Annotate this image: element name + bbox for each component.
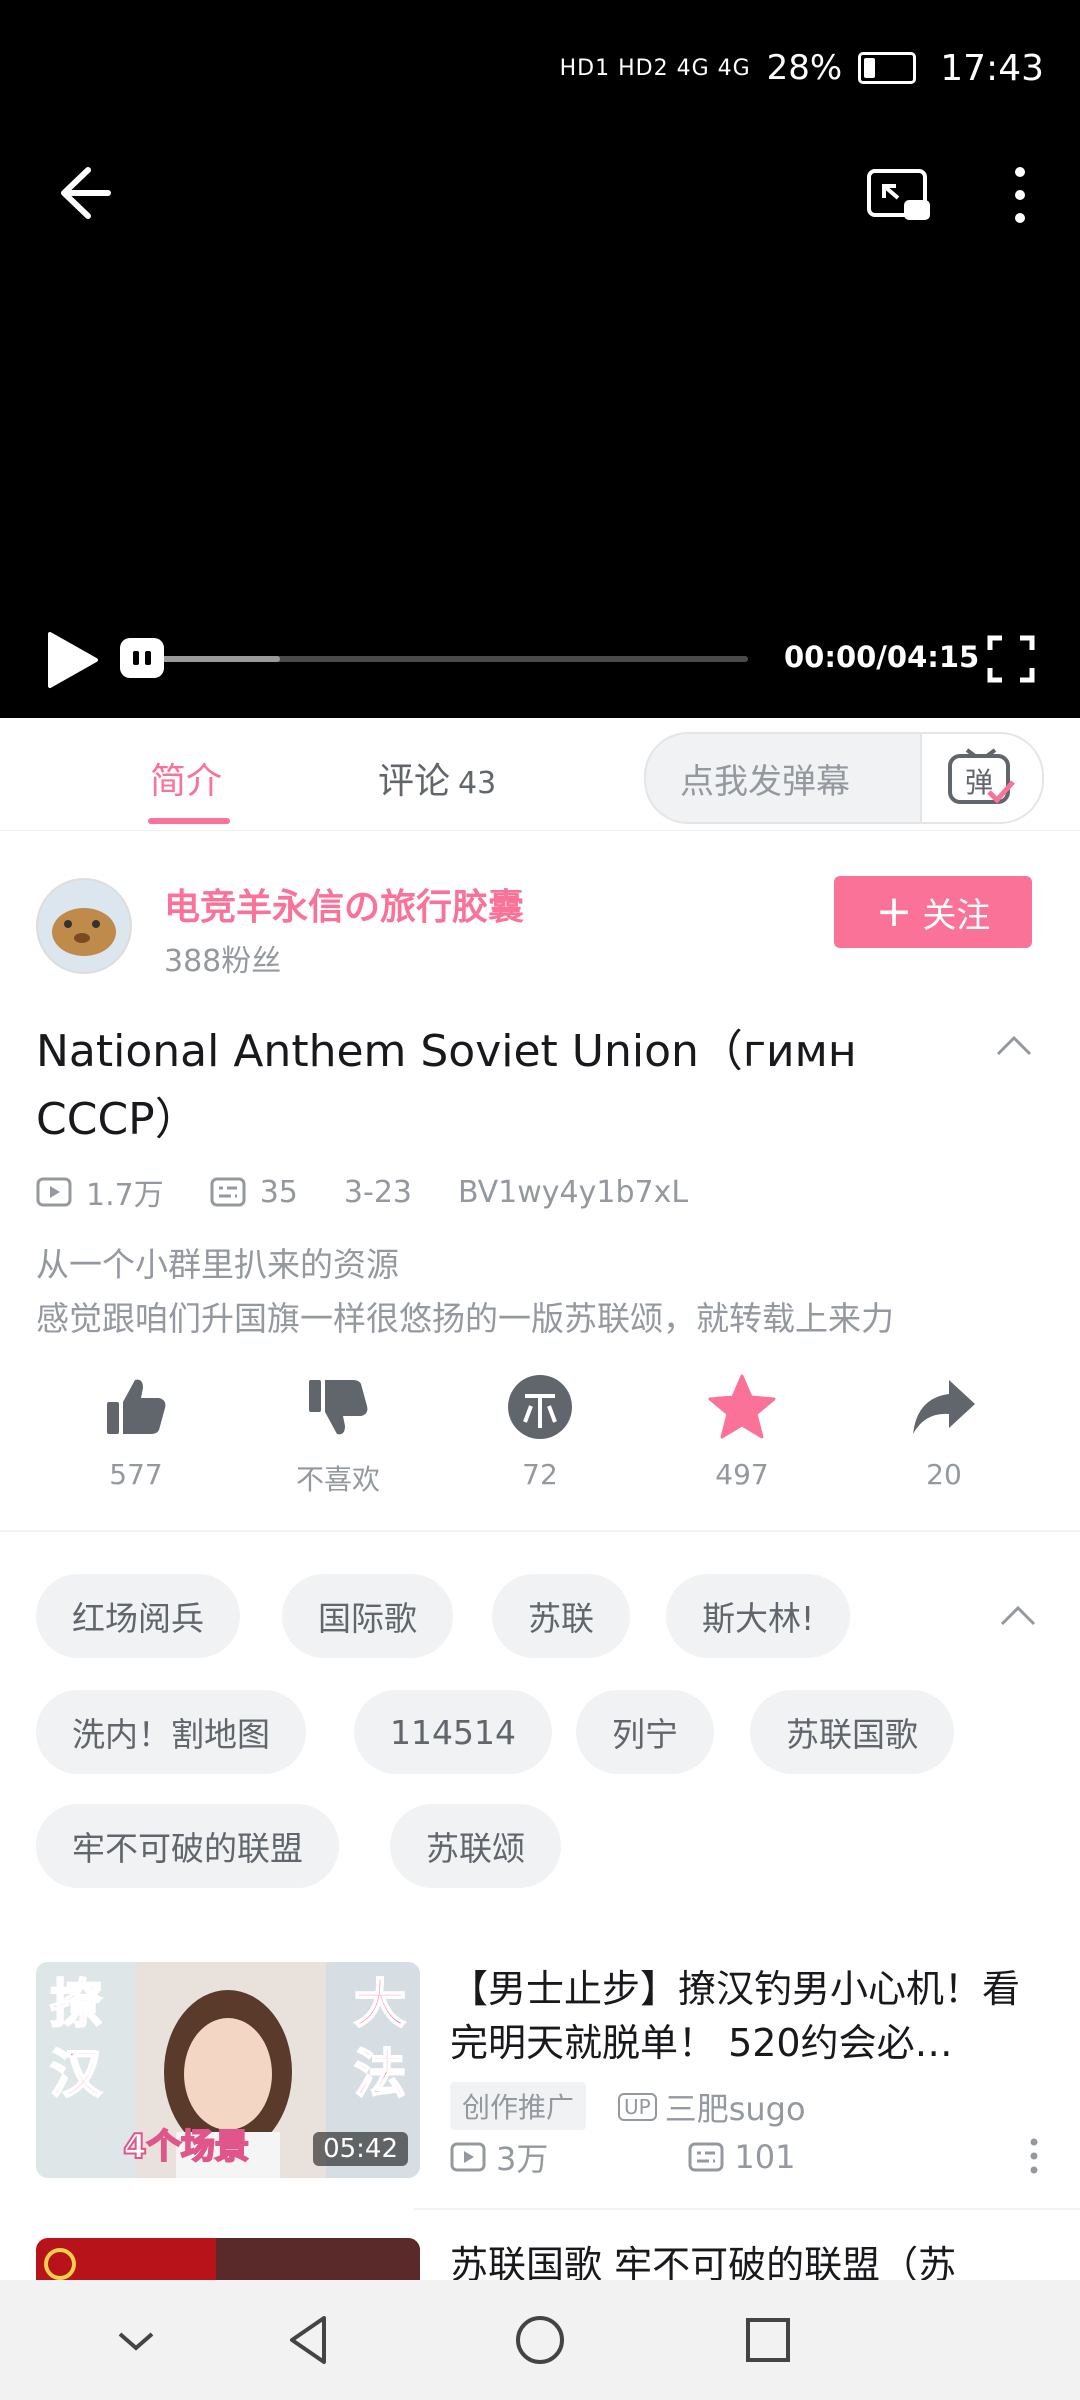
player-controls: 00:00/04:15 (0, 620, 1080, 700)
play-count-icon (36, 1177, 72, 1207)
tag[interactable]: 红场阅兵 (36, 1574, 240, 1658)
tab-intro[interactable]: 简介 (150, 752, 222, 804)
tag[interactable]: 114514 (354, 1690, 552, 1774)
plus-icon: + (875, 886, 913, 937)
recommended-views: 3万 (496, 2140, 549, 2178)
recommended-stats: 3万 101 (450, 2134, 795, 2180)
bvid: BV1wy4y1b7xL (458, 1174, 689, 1210)
more-vertical-icon[interactable] (1028, 2136, 1040, 2176)
play-icon[interactable] (42, 630, 102, 690)
view-count: 1.7万 (86, 1178, 164, 1213)
tag[interactable]: 列宁 (576, 1690, 714, 1774)
coin-count: 72 (522, 1458, 558, 1491)
tag[interactable]: 苏联 (492, 1574, 630, 1658)
section-divider (0, 1530, 1080, 1532)
progress-thumb[interactable] (120, 638, 164, 678)
like-count: 577 (109, 1458, 163, 1491)
list-separator (414, 2208, 1080, 2210)
fullscreen-icon[interactable] (986, 634, 1036, 684)
action-bar: 577 不喜欢 72 497 20 (0, 1372, 1080, 1512)
thumb-text-left-1: 撩 (50, 1975, 102, 2035)
coin-button[interactable]: 72 (460, 1372, 620, 1491)
thumb-text-right-2: 法 (354, 2045, 406, 2105)
uploader-avatar[interactable] (36, 878, 132, 974)
battery-icon (858, 52, 917, 84)
recommended-danmaku: 101 (734, 2138, 796, 2176)
chevron-up-icon[interactable] (998, 1600, 1038, 1630)
danmaku-input[interactable]: 点我发弹幕 (646, 734, 922, 822)
progress-bar[interactable] (148, 656, 748, 662)
system-nav-bar (0, 2280, 1080, 2400)
video-thumbnail[interactable]: 撩 汉 大 法 4个场景 05:42 (36, 1962, 420, 2178)
danmaku-icon: 弹 (948, 748, 1015, 804)
desc-line-2: 感觉跟咱们升国旗一样很悠扬的一版苏联颂，就转载上来力 (36, 1299, 894, 1338)
tag[interactable]: 牢不可破的联盟 (36, 1804, 339, 1888)
thumb-caption: 4个场景 (123, 2127, 249, 2167)
danmaku-count-icon (210, 1177, 246, 1207)
video-title: National Anthem Soviet Union（гимн СССР） (36, 1026, 857, 1145)
video-description: 从一个小群里扒来的资源 感觉跟咱们升国旗一样很悠扬的一版苏联颂，就转载上来力 (36, 1238, 1046, 1346)
buffer-fill (148, 656, 280, 662)
tag[interactable]: 斯大林! (666, 1574, 851, 1658)
chevron-up-icon[interactable] (994, 1030, 1034, 1060)
up-icon: UP (618, 2093, 657, 2121)
video-meta: 1.7万 35 3-23 BV1wy4y1b7xL (36, 1170, 688, 1214)
back-arrow-icon[interactable] (48, 158, 118, 228)
share-count: 20 (926, 1458, 962, 1491)
danmaku-count-icon (688, 2142, 724, 2172)
cast-screen-icon[interactable] (866, 168, 932, 224)
nav-back-icon[interactable] (280, 2310, 340, 2370)
dislike-label: 不喜欢 (295, 1463, 380, 1496)
comments-count: 43 (458, 766, 497, 801)
uploader-name[interactable]: 电竞羊永信の旅行胶囊 (164, 878, 524, 930)
chevron-down-icon[interactable] (106, 2310, 166, 2370)
share-arrow-icon (913, 1380, 975, 1434)
danmaku-bar: 点我发弹幕 弹 (644, 732, 1044, 824)
uploader-fans: 388粉丝 (164, 944, 282, 979)
recommended-uploader[interactable]: UP 三肥sugo (618, 2084, 806, 2130)
play-count-icon (450, 2142, 486, 2172)
status-bar: HD1 HD2 4G 4G 28% 17:43 (160, 40, 1044, 96)
coin-icon (508, 1375, 572, 1439)
clock: 17:43 (940, 47, 1044, 89)
video-player[interactable]: HD1 HD2 4G 4G 28% 17:43 00:00/04:15 (0, 0, 1080, 718)
promo-badge: 创作推广 (450, 2082, 587, 2130)
tag[interactable]: 苏联国歌 (750, 1690, 954, 1774)
follow-label: 关注 (922, 895, 991, 936)
avatar-image (38, 880, 130, 972)
thumbs-down-icon (309, 1380, 368, 1435)
danmaku-toggle-button[interactable]: 弹 (920, 734, 1042, 822)
favorite-count: 497 (715, 1458, 769, 1491)
dislike-button[interactable]: 不喜欢 (258, 1372, 418, 1498)
tag[interactable]: 国际歌 (282, 1574, 453, 1658)
tab-comments[interactable]: 评论 43 (378, 752, 496, 804)
more-options-icon[interactable] (1000, 160, 1040, 230)
thumbs-up-icon (107, 1379, 166, 1434)
video-timecode: 00:00/04:15 (784, 640, 980, 674)
thumb-text-right-1: 大 (354, 1975, 406, 2035)
favorite-button[interactable]: 497 (662, 1372, 822, 1491)
tag[interactable]: 洗内！割地图 (36, 1690, 306, 1774)
publish-date: 3-23 (343, 1174, 412, 1210)
recommended-uploader-name: 三肥sugo (664, 2090, 806, 2128)
battery-percent: 28% (766, 48, 843, 88)
like-button[interactable]: 577 (56, 1372, 216, 1491)
tag[interactable]: 苏联颂 (390, 1804, 561, 1888)
share-button[interactable]: 20 (864, 1372, 1024, 1491)
signal-indicators: HD1 HD2 4G 4G (559, 55, 751, 81)
active-tab-indicator (148, 818, 230, 824)
danmaku-count: 35 (259, 1174, 298, 1210)
tab-bar: 简介 评论 43 点我发弹幕 弹 (0, 718, 1080, 831)
star-icon (708, 1374, 776, 1439)
nav-home-icon[interactable] (510, 2310, 570, 2370)
video-duration: 05:42 (313, 2132, 408, 2166)
tab-comments-label: 评论 (378, 761, 451, 802)
follow-button[interactable]: + 关注 (834, 876, 1032, 948)
desc-line-1: 从一个小群里扒来的资源 (36, 1245, 399, 1284)
recommended-video[interactable]: 撩 汉 大 法 4个场景 05:42 【男士止步】撩汉钓男小心机！看完明天就脱单… (36, 1962, 1046, 2182)
recommended-video-title: 【男士止步】撩汉钓男小心机！看完明天就脱单！ 520约会必… (450, 1967, 1021, 2065)
thumb-text-left-2: 汉 (50, 2045, 103, 2105)
nav-recents-icon[interactable] (738, 2310, 798, 2370)
